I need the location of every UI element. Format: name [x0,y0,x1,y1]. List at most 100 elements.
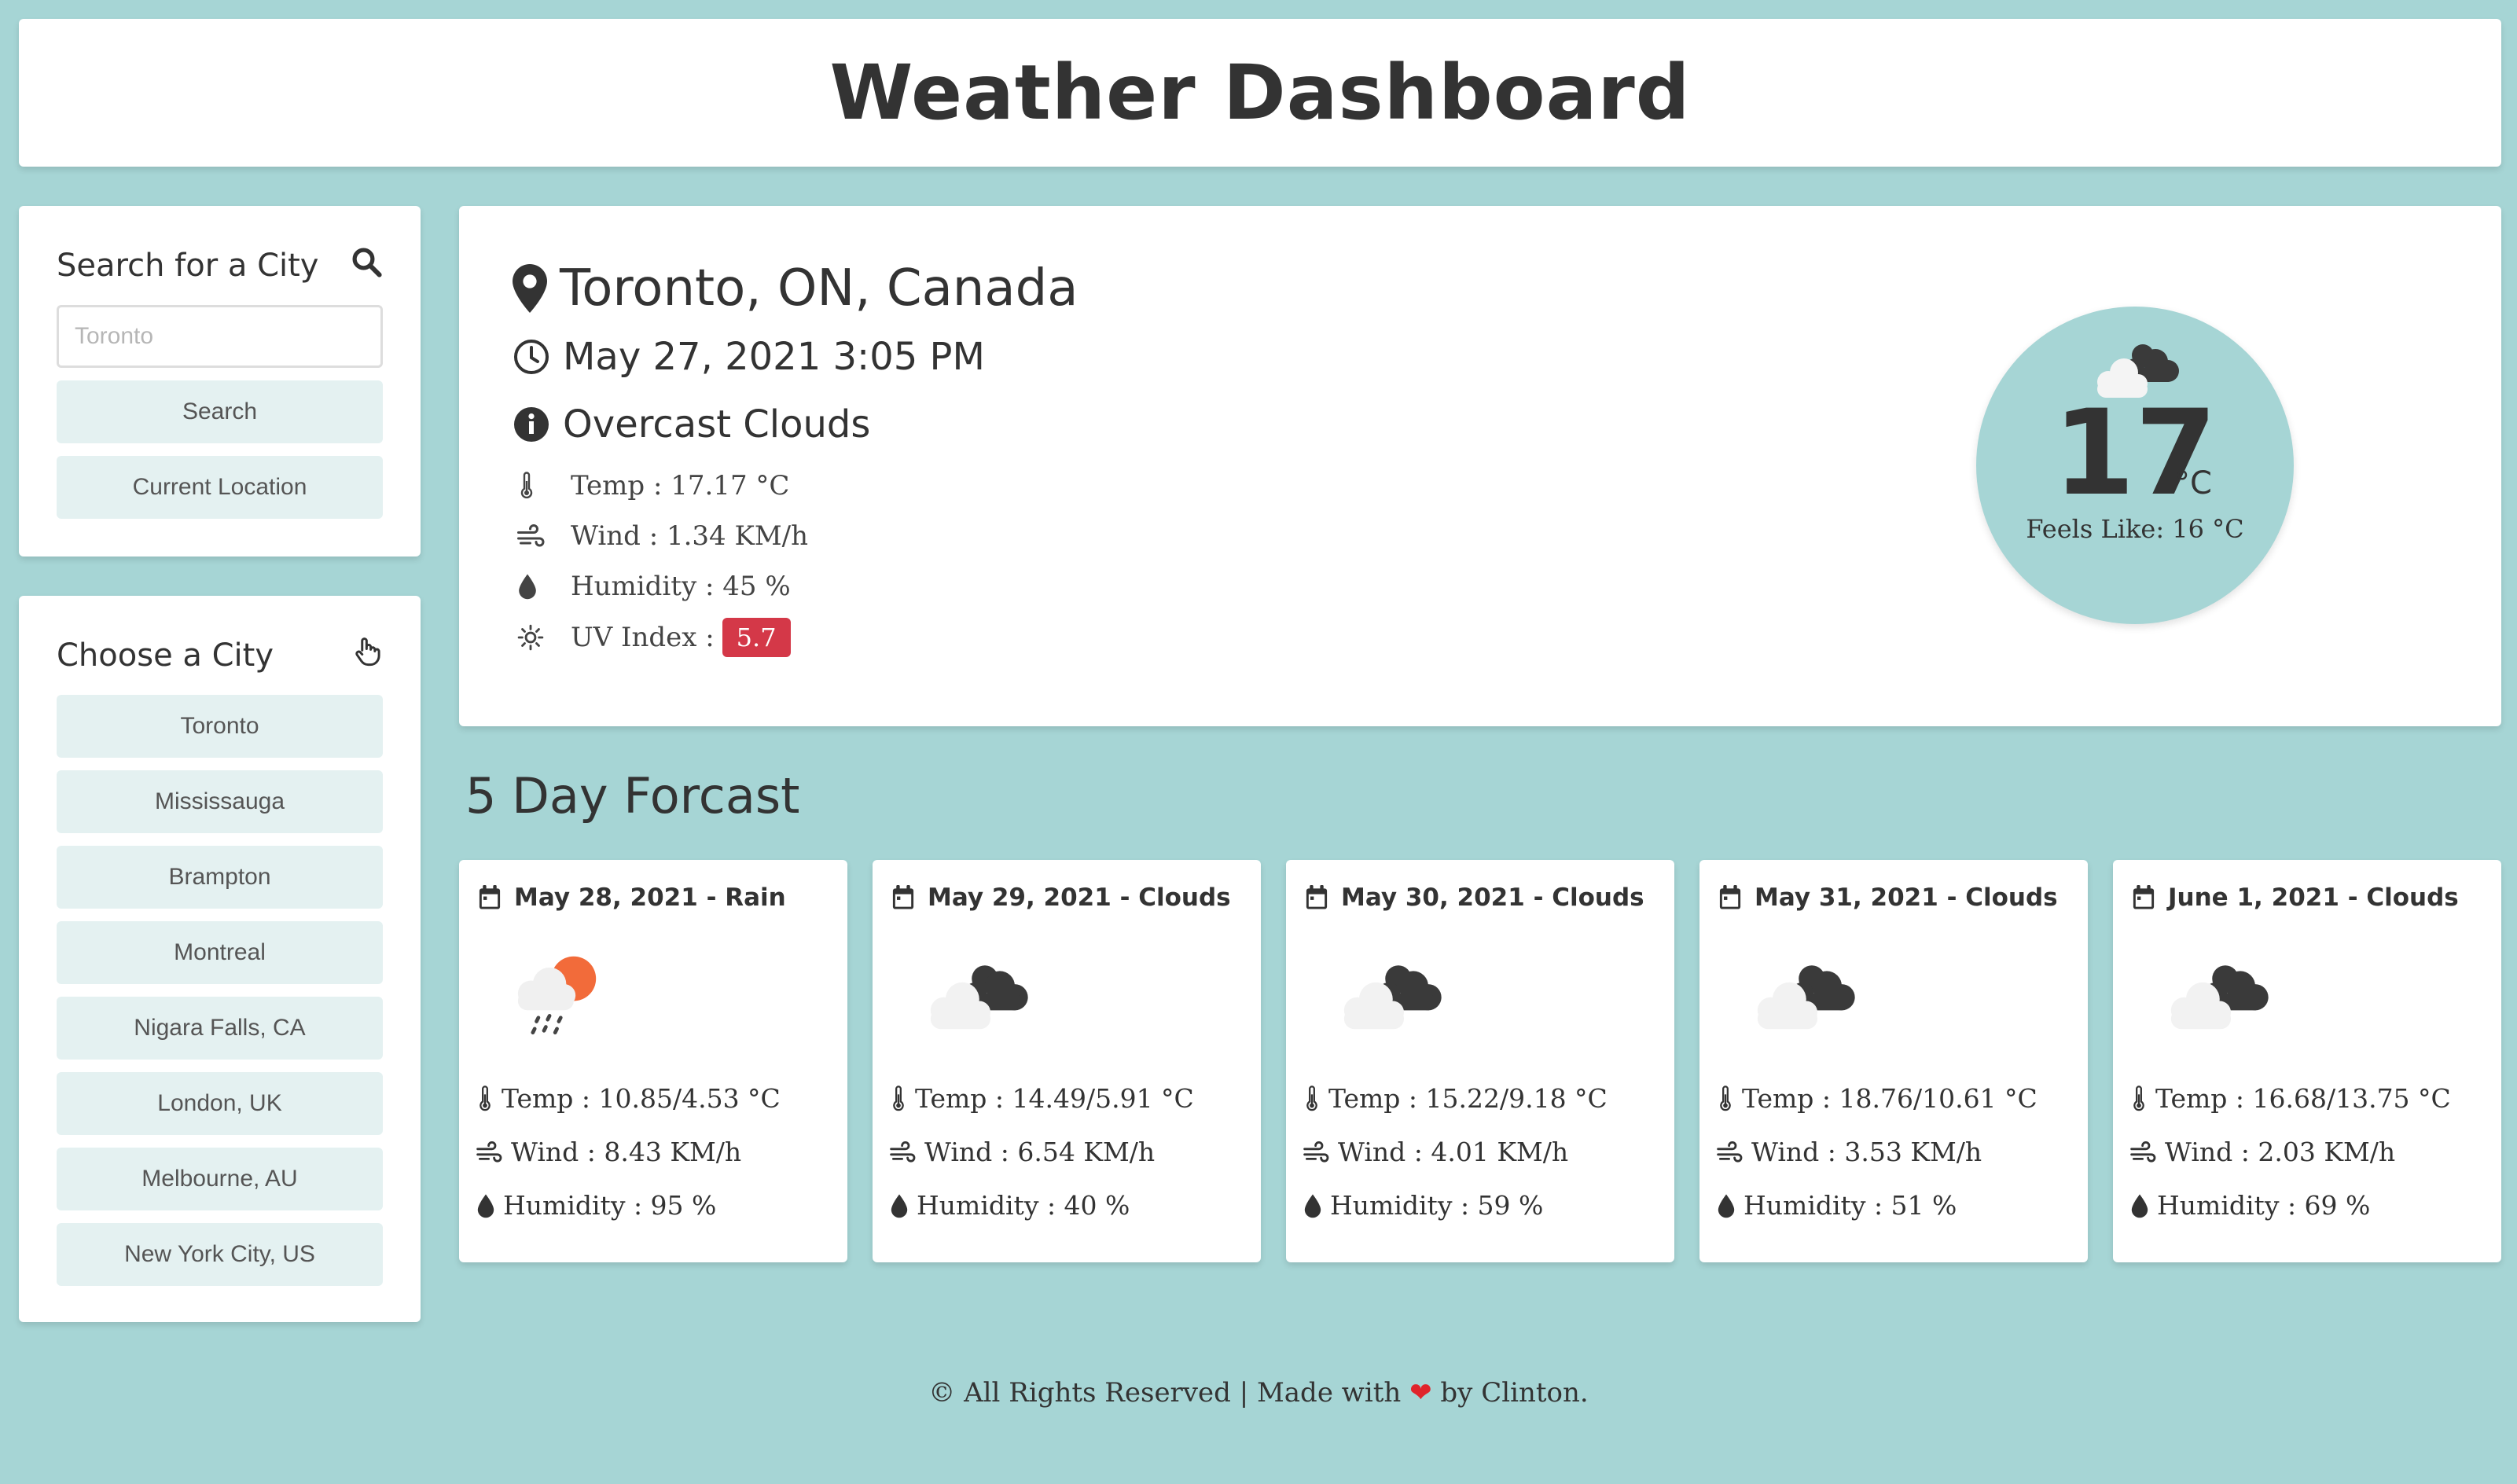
current-location-button[interactable]: Current Location [57,456,383,519]
forecast-temp-row: Temp : 15.22/9.18 °C [1303,1083,1608,1114]
current-weather-card: Toronto, ON, Canada May 27, 2021 3:05 PM… [459,206,2501,726]
calendar-icon [478,885,514,910]
city-button-london[interactable]: London, UK [57,1072,383,1135]
choose-city-label: Choose a City [57,637,274,674]
thermometer-icon [517,472,555,500]
calendar-icon [891,885,928,910]
calendar-icon [1718,885,1755,910]
page-title: Weather Dashboard [829,49,1691,137]
forecast-card: May 28, 2021 - Rain Temp : 10.85/4.53 °C W… [459,860,847,1262]
wind-icon [2130,1141,2165,1163]
current-datetime: May 27, 2021 3:05 PM [563,335,985,379]
wind-icon [517,524,555,548]
clock-icon [513,338,550,376]
city-button-new-york[interactable]: New York City, US [57,1223,383,1286]
heart-icon: ❤ [1409,1377,1432,1409]
forecast-wind: Wind : 2.03 KM/h [2165,1137,2396,1167]
search-panel: Search for a City Search Current Locatio… [19,206,421,556]
header-bar: Weather Dashboard [19,19,2501,167]
current-humidity: Humidity : 45 % [571,571,791,602]
forecast-humidity: Humidity : 59 % [1330,1190,1544,1221]
forecast-humidity: Humidity : 95 % [503,1190,717,1221]
current-condition: Overcast Clouds [563,402,871,446]
current-temp: Temp : 17.17 °C [571,470,790,501]
thermometer-icon [2130,1085,2155,1112]
uv-label: UV Index : [571,622,715,653]
forecast-wind-row: Wind : 2.03 KM/h [2130,1137,2395,1167]
city-button-brampton[interactable]: Brampton [57,846,383,909]
forecast-title: 5 Day Forcast [465,767,800,825]
forecast-date-text: May 29, 2021 - Clouds [928,883,1231,912]
forecast-wind-row: Wind : 3.53 KM/h [1717,1137,1982,1167]
pointer-hand-icon [350,635,383,676]
forecast-temp-row: Temp : 18.76/10.61 °C [1717,1083,2037,1114]
forecast-temp-row: Temp : 14.49/5.91 °C [890,1083,1194,1114]
choose-city-title: Choose a City [57,634,383,678]
forecast-wind: Wind : 3.53 KM/h [1751,1137,1982,1167]
forecast-humidity: Humidity : 51 % [1744,1190,1957,1221]
wind-icon [890,1141,924,1163]
city-button-niagara-falls[interactable]: Nigara Falls, CA [57,997,383,1060]
forecast-date-text: May 31, 2021 - Clouds [1755,883,2058,912]
city-search-input[interactable] [57,305,383,368]
condition-row: Overcast Clouds [513,402,870,446]
forecast-humidity-row: Humidity : 59 % [1303,1190,1543,1221]
clouds-icon [1330,954,1448,1037]
forecast-temp: Temp : 10.85/4.53 °C [502,1083,781,1114]
droplet-icon [476,1193,503,1218]
rain-sun-icon [503,946,605,1045]
info-icon [513,406,550,443]
map-pin-icon [511,263,549,314]
sun-gear-icon [517,624,555,651]
forecast-temp: Temp : 18.76/10.61 °C [1742,1083,2037,1114]
city-button-toronto[interactable]: Toronto [57,695,383,758]
forecast-date: June 1, 2021 - Clouds [2132,883,2459,912]
forecast-wind-row: Wind : 6.54 KM/h [890,1137,1155,1167]
forecast-humidity-row: Humidity : 95 % [476,1190,716,1221]
forecast-date: May 30, 2021 - Clouds [1305,883,1644,912]
clouds-icon [2157,954,2275,1037]
forecast-humidity-row: Humidity : 51 % [1717,1190,1957,1221]
forecast-humidity-row: Humidity : 69 % [2130,1190,2370,1221]
datetime-row: May 27, 2021 3:05 PM [513,335,985,379]
forecast-humidity-row: Humidity : 40 % [890,1190,1130,1221]
forecast-date: May 31, 2021 - Clouds [1718,883,2058,912]
wind-row: Wind : 1.34 KM/h [517,520,808,552]
droplet-icon [1717,1193,1744,1218]
search-button[interactable]: Search [57,380,383,443]
forecast-wind: Wind : 8.43 KM/h [511,1137,742,1167]
city-button-melbourne[interactable]: Melbourne, AU [57,1148,383,1210]
current-wind: Wind : 1.34 KM/h [571,520,809,552]
footer-text-before: © All Rights Reserved | Made with [928,1377,1402,1409]
forecast-wind: Wind : 6.54 KM/h [924,1137,1156,1167]
forecast-date: May 28, 2021 - Rain [478,883,786,912]
search-panel-label: Search for a City [57,248,319,284]
temp-unit: °C [2174,465,2212,501]
uv-row: UV Index : 5.7 [517,618,791,657]
forecast-wind-row: Wind : 4.01 KM/h [1303,1137,1568,1167]
uv-index-badge: 5.7 [722,618,791,657]
forecast-date-text: May 30, 2021 - Clouds [1341,883,1644,912]
forecast-card: May 31, 2021 - Clouds Temp : 18.76/10.61 … [1699,860,2088,1262]
city-button-mississauga[interactable]: Mississauga [57,770,383,833]
forecast-card: May 30, 2021 - Clouds Temp : 15.22/9.18 °… [1286,860,1674,1262]
clouds-icon [917,954,1034,1037]
footer: © All Rights Reserved | Made with ❤ by C… [0,1377,2517,1409]
search-icon [350,245,383,286]
location-row: Toronto, ON, Canada [511,259,1078,318]
feels-like: Feels Like: 16 °C [2026,514,2244,544]
wind-icon [476,1141,511,1163]
clouds-icon [1744,954,1861,1037]
choose-city-panel: Choose a City Toronto Mississauga Brampt… [19,596,421,1322]
thermometer-icon [476,1085,502,1112]
forecast-wind: Wind : 4.01 KM/h [1338,1137,1569,1167]
search-panel-title: Search for a City [57,244,383,288]
forecast-humidity: Humidity : 69 % [2157,1190,2371,1221]
forecast-card: June 1, 2021 - Clouds Temp : 16.68/13.75 … [2113,860,2501,1262]
forecast-date-text: June 1, 2021 - Clouds [2168,883,2459,912]
city-button-montreal[interactable]: Montreal [57,921,383,984]
calendar-icon [1305,885,1341,910]
thermometer-icon [890,1085,915,1112]
current-location-text: Toronto, ON, Canada [560,259,1078,318]
humidity-row: Humidity : 45 % [517,571,791,602]
